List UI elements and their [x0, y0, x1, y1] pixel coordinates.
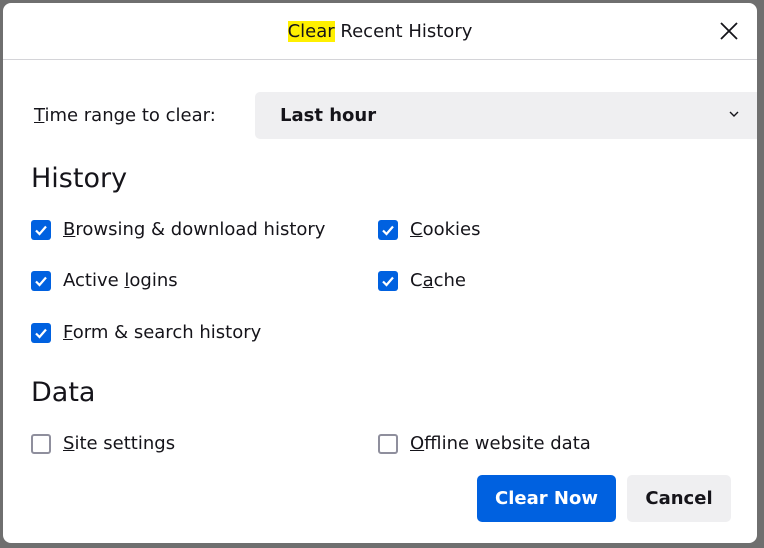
checkmark-icon — [382, 276, 394, 287]
checkbox-site-settings[interactable]: Site settings — [31, 433, 175, 454]
clear-history-dialog: Clear Recent History Time range to clear… — [3, 3, 757, 543]
time-range-row: Time range to clear: Last hour — [34, 92, 757, 139]
checkbox-box[interactable] — [31, 219, 51, 240]
chevron-down-icon — [729, 111, 739, 117]
checkbox-box[interactable] — [31, 322, 51, 343]
checkbox-cache[interactable]: Cache — [378, 270, 466, 291]
checkbox-cookies[interactable]: Cookies — [378, 219, 480, 240]
checkmark-icon — [35, 276, 47, 287]
checkbox-label: Form & search history — [63, 322, 262, 343]
data-heading: Data — [31, 377, 96, 408]
time-range-label: Time range to clear: — [34, 105, 216, 126]
checkbox-box[interactable] — [31, 433, 51, 454]
cancel-button[interactable]: Cancel — [627, 475, 731, 522]
checkbox-offline-website-data[interactable]: Offline website data — [378, 433, 591, 454]
checkbox-label: Site settings — [63, 433, 176, 454]
checkbox-active-logins[interactable]: Active logins — [31, 270, 178, 291]
time-range-select[interactable]: Last hour — [255, 92, 757, 139]
close-icon — [720, 22, 738, 40]
dialog-header: Clear Recent History — [3, 3, 757, 60]
checkbox-form-search-history[interactable]: Form & search history — [31, 322, 261, 343]
checkbox-label: Browsing & download history — [63, 219, 326, 240]
title-text: Recent History — [334, 21, 473, 42]
clear-now-button[interactable]: Clear Now — [477, 475, 616, 522]
history-heading: History — [31, 163, 128, 194]
checkbox-label: Cache — [410, 270, 466, 291]
checkbox-label: Active logins — [63, 270, 178, 291]
checkbox-browsing-download-history[interactable]: Browsing & download history — [31, 219, 325, 240]
checkmark-icon — [35, 328, 47, 339]
selected-value: Last hour — [280, 105, 377, 126]
checkbox-box[interactable] — [378, 270, 398, 291]
title-highlight: Clear — [287, 21, 335, 42]
checkbox-label: Offline website data — [410, 433, 591, 454]
checkbox-box[interactable] — [378, 219, 398, 240]
checkmark-icon — [382, 225, 394, 236]
checkmark-icon — [35, 225, 47, 236]
checkbox-box[interactable] — [378, 433, 398, 454]
checkbox-box[interactable] — [31, 270, 51, 291]
close-button[interactable] — [715, 17, 743, 45]
checkbox-label: Cookies — [410, 219, 481, 240]
dialog-title: Clear Recent History — [3, 21, 757, 42]
